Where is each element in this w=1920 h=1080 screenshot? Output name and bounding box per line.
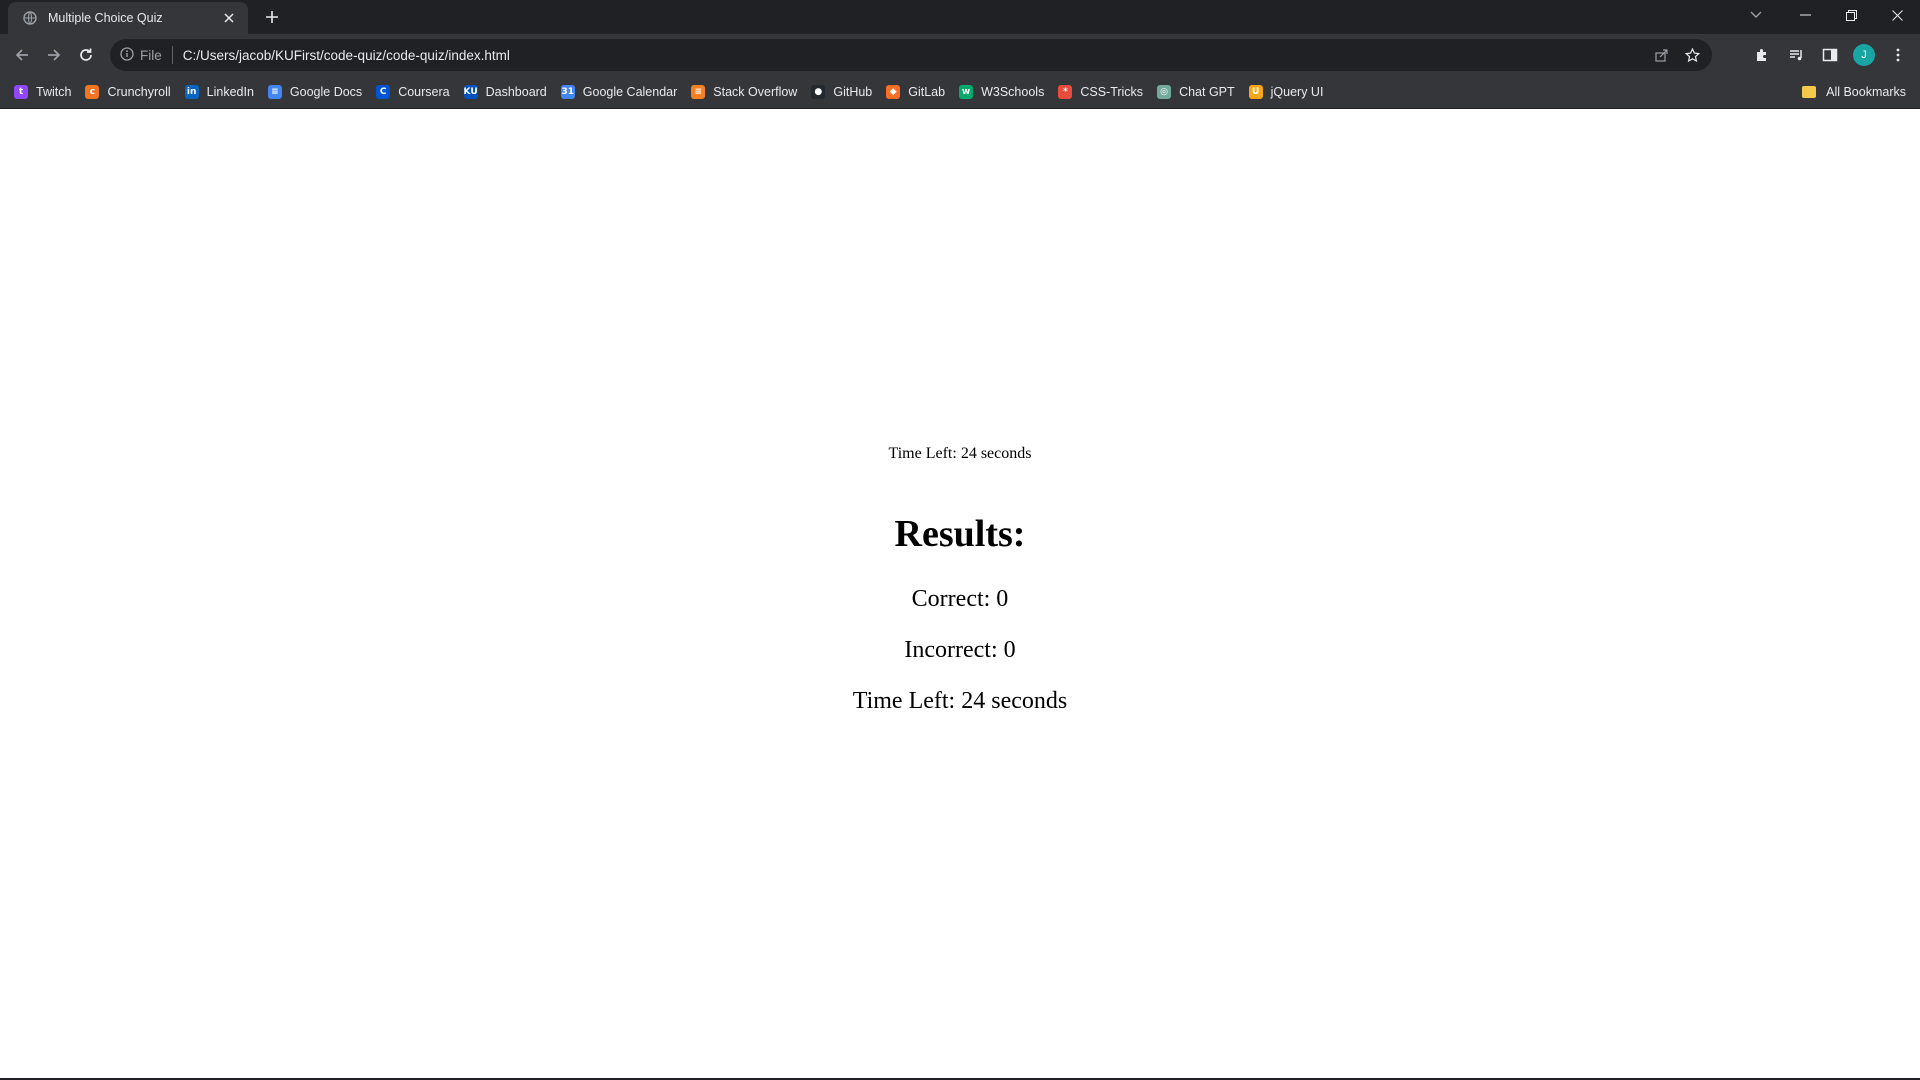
google-calendar-icon: 31 bbox=[560, 85, 575, 99]
bookmark-label: GitHub bbox=[833, 85, 873, 99]
side-panel-icon[interactable] bbox=[1814, 39, 1846, 71]
bookmark-star-icon[interactable] bbox=[1680, 43, 1704, 67]
bookmark-github[interactable]: ● GitHub bbox=[805, 79, 880, 105]
bookmark-google-calendar[interactable]: 31 Google Calendar bbox=[555, 79, 686, 105]
close-tab-icon[interactable] bbox=[220, 9, 238, 27]
folder-icon bbox=[1802, 86, 1817, 98]
forward-icon[interactable] bbox=[38, 39, 70, 71]
page-viewport: Time Left: 24 seconds Results: Correct: … bbox=[0, 109, 1920, 1079]
globe-icon bbox=[22, 10, 38, 26]
results-heading: Results: bbox=[894, 513, 1026, 555]
correct-count: Correct: 0 bbox=[911, 586, 1009, 612]
info-icon bbox=[120, 46, 134, 64]
bookmark-google-docs[interactable]: ≡ Google Docs bbox=[262, 79, 370, 105]
bookmark-jquery-ui[interactable]: UjQuery UI bbox=[1243, 79, 1332, 105]
bookmark-label: W3Schools bbox=[981, 85, 1045, 99]
bookmark-label: Google Calendar bbox=[582, 85, 678, 99]
chatgpt-icon: ◎ bbox=[1157, 85, 1172, 99]
browser-tab[interactable]: Multiple Choice Quiz bbox=[8, 2, 248, 34]
profile-avatar[interactable]: J bbox=[1848, 39, 1880, 71]
all-bookmarks-label: All Bookmarks bbox=[1826, 85, 1906, 99]
github-icon: ● bbox=[811, 85, 826, 99]
coursera-icon: C bbox=[376, 85, 391, 99]
bookmark-label: Coursera bbox=[398, 85, 450, 99]
omnibox-divider bbox=[171, 46, 173, 64]
restore-icon[interactable] bbox=[1828, 0, 1874, 30]
bookmark-label: LinkedIn bbox=[206, 85, 254, 99]
stack-overflow-icon: ≡ bbox=[691, 85, 706, 99]
media-controls-icon[interactable] bbox=[1780, 39, 1812, 71]
new-tab-button[interactable] bbox=[260, 5, 284, 29]
bookmark-label: Google Docs bbox=[289, 85, 363, 99]
tab-search-icon[interactable] bbox=[1744, 4, 1768, 26]
bookmark-dashboard[interactable]: KU Dashboard bbox=[458, 79, 555, 105]
tab-strip: Multiple Choice Quiz bbox=[0, 0, 1920, 34]
address-bar[interactable]: File C:/Users/jacob/KUFirst/code-quiz/co… bbox=[110, 39, 1712, 71]
bookmark-label: Chat GPT bbox=[1179, 85, 1235, 99]
window-controls bbox=[1782, 0, 1920, 30]
bookmark-label: CSS-Tricks bbox=[1080, 85, 1144, 99]
share-icon[interactable] bbox=[1650, 43, 1674, 67]
google-docs-icon: ≡ bbox=[267, 85, 282, 99]
reload-icon[interactable] bbox=[70, 39, 102, 71]
bookmark-twitch[interactable]: t Twitch bbox=[8, 79, 79, 105]
close-window-icon[interactable] bbox=[1874, 0, 1920, 30]
browser-toolbar: File C:/Users/jacob/KUFirst/code-quiz/co… bbox=[0, 34, 1920, 76]
bookmark-label: Crunchyroll bbox=[107, 85, 171, 99]
bookmarks-list: t Twitch c Crunchyroll in LinkedIn ≡ Google Doc… bbox=[8, 76, 1331, 108]
minimize-icon[interactable] bbox=[1782, 0, 1828, 30]
site-info-chip[interactable]: File bbox=[120, 46, 162, 64]
bookmark-stack-overflow[interactable]: ≡ Stack Overflow bbox=[685, 79, 805, 105]
bookmarks-bar: t Twitch c Crunchyroll in LinkedIn ≡ Google Doc… bbox=[0, 76, 1920, 109]
w3schools-icon: w bbox=[959, 85, 974, 99]
menu-kebab-icon[interactable] bbox=[1882, 39, 1914, 71]
bookmark-linkedin[interactable]: in LinkedIn bbox=[179, 79, 262, 105]
crunchyroll-icon: c bbox=[85, 85, 100, 99]
extensions-icon[interactable] bbox=[1746, 39, 1778, 71]
incorrect-count: Incorrect: 0 bbox=[904, 637, 1016, 663]
url-text[interactable]: C:/Users/jacob/KUFirst/code-quiz/code-qu… bbox=[183, 48, 510, 63]
linkedin-icon: in bbox=[184, 85, 199, 99]
jquery-ui-icon: U bbox=[1248, 85, 1263, 99]
css-tricks-icon: * bbox=[1058, 85, 1073, 99]
back-icon[interactable] bbox=[6, 39, 38, 71]
bookmark-label: Stack Overflow bbox=[713, 85, 798, 99]
bookmark-label: jQuery UI bbox=[1270, 85, 1324, 99]
bookmark-coursera[interactable]: C Coursera bbox=[370, 79, 457, 105]
ku-icon: KU bbox=[463, 85, 478, 99]
all-bookmarks-button[interactable]: All Bookmarks bbox=[1802, 79, 1906, 105]
bookmark-w3schools[interactable]: w W3Schools bbox=[953, 79, 1052, 105]
results-time-left: Time Left: 24 seconds bbox=[852, 688, 1068, 714]
gitlab-icon: ◆ bbox=[886, 85, 901, 99]
twitch-icon: t bbox=[14, 85, 28, 99]
bookmark-crunchyroll[interactable]: c Crunchyroll bbox=[79, 79, 178, 105]
bookmark-chat-gpt[interactable]: ◎ Chat GPT bbox=[1151, 79, 1243, 105]
avatar: J bbox=[1853, 44, 1875, 66]
bookmark-css-tricks[interactable]: * CSS-Tricks bbox=[1052, 79, 1151, 105]
scheme-label: File bbox=[140, 47, 162, 63]
tab-title: Multiple Choice Quiz bbox=[48, 11, 163, 25]
bookmark-label: GitLab bbox=[908, 85, 946, 99]
bookmark-label: Dashboard bbox=[485, 85, 547, 99]
bookmark-label: Twitch bbox=[36, 85, 72, 99]
bookmark-gitlab[interactable]: ◆ GitLab bbox=[880, 79, 953, 105]
quiz-timer: Time Left: 24 seconds bbox=[888, 445, 1032, 462]
